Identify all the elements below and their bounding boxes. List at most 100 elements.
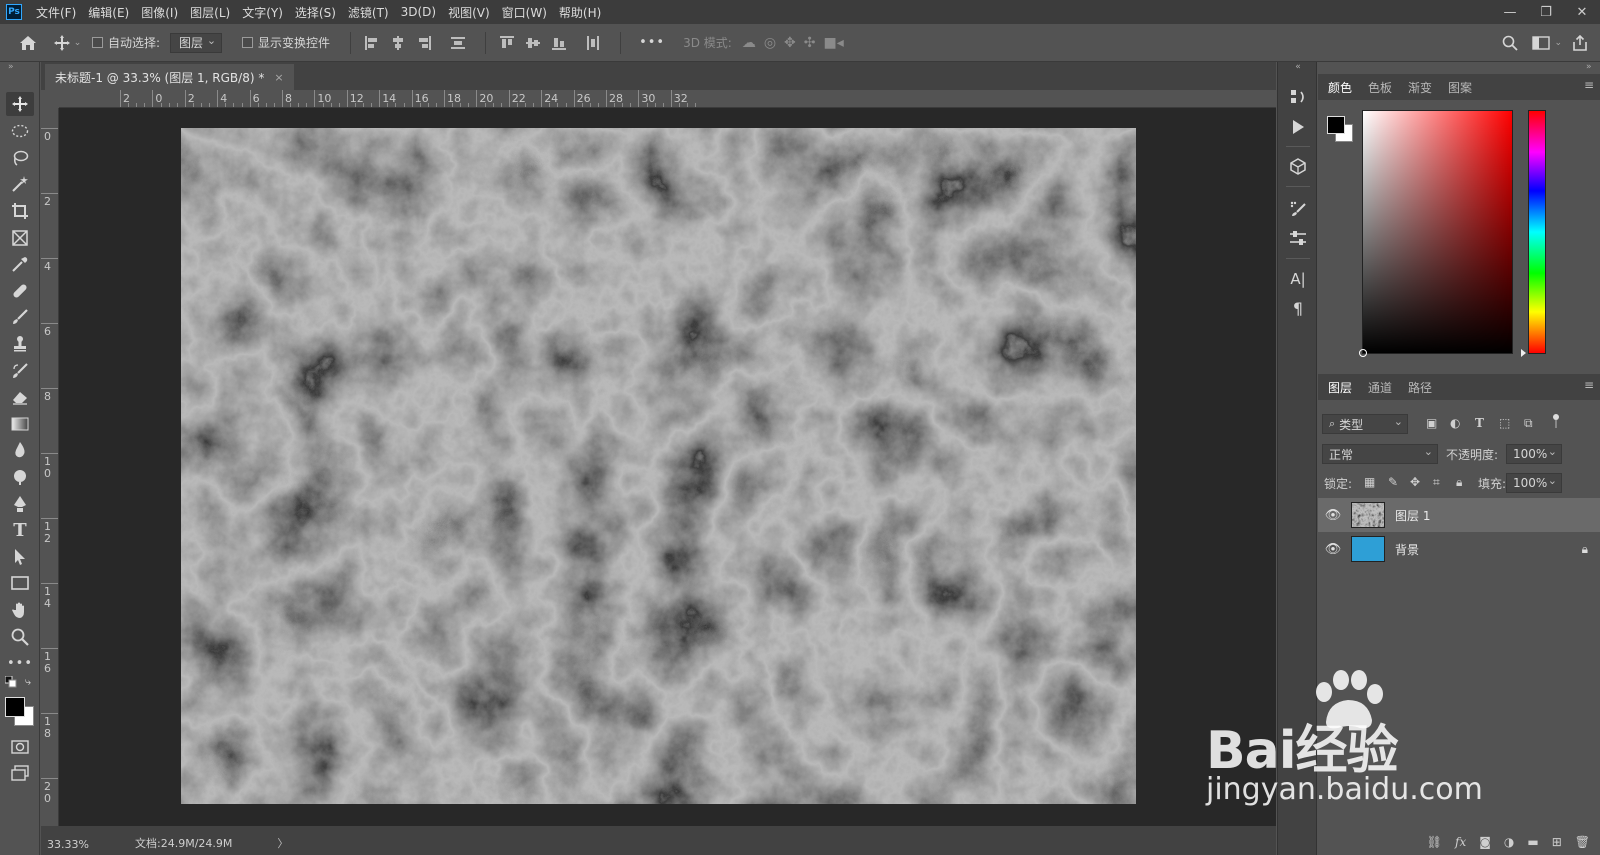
distribute-vertical-icon[interactable] [451,36,466,50]
tab-layers[interactable]: 图层 [1328,379,1352,396]
align-right-icon[interactable] [417,35,432,50]
eraser-tool-icon[interactable] [6,385,34,409]
paragraph-panel-icon[interactable]: ¶ [1283,295,1313,321]
menu-edit[interactable]: 编辑(E) [88,4,129,21]
new-layer-icon[interactable]: ⊞ [1552,835,1562,849]
edit-toolbar-icon[interactable]: ••• [6,651,34,675]
brush-settings-icon[interactable] [1283,196,1313,222]
healing-brush-tool-icon[interactable] [6,279,34,303]
swap-colors-icon[interactable]: ⤷ [21,675,35,689]
marquee-tool-icon[interactable] [6,119,34,143]
opacity-input[interactable]: 100% [1506,444,1562,464]
blur-tool-icon[interactable] [6,438,34,462]
brush-tool-icon[interactable] [6,305,34,329]
workspace-dropdown-icon[interactable]: ⌄ [1554,38,1562,48]
filter-toggle-icon[interactable] [1552,414,1560,428]
lock-image-icon[interactable]: ✎ [1388,475,1398,489]
quick-mask-icon[interactable] [6,735,34,759]
menu-image[interactable]: 图像(I) [141,4,178,21]
actions-play-icon[interactable] [1283,114,1313,140]
saturation-brightness-picker[interactable] [1359,110,1513,357]
3d-roll-icon[interactable]: ◎ [764,35,776,51]
layer-filter-dropdown[interactable]: ⌕ 类型 [1322,414,1408,434]
hue-slider-handle-left[interactable] [1521,349,1526,357]
delete-layer-icon[interactable]: 🗑︎ [1575,835,1590,849]
3d-orbit-icon[interactable]: ☁ [742,35,756,51]
search-icon[interactable] [1502,35,1519,51]
filter-adjustment-icon[interactable]: ◐ [1450,416,1460,430]
history-panel-icon[interactable] [1283,84,1313,110]
auto-select-target-dropdown[interactable]: 图层 [170,32,223,53]
tab-channels[interactable]: 通道 [1368,379,1392,396]
dodge-tool-icon[interactable] [6,465,34,489]
collapse-panels-icon[interactable]: » [1586,62,1592,72]
menu-type[interactable]: 文字(Y) [242,4,283,21]
align-horizontal-center-icon[interactable] [391,35,405,50]
collapse-dock-icon[interactable]: « [1283,62,1313,72]
filter-pixel-icon[interactable]: ▣ [1426,416,1437,430]
visibility-eye-icon[interactable]: 👁︎ [1318,508,1348,523]
align-top-icon[interactable] [500,35,515,50]
menu-select[interactable]: 选择(S) [295,4,336,21]
layers-panel-menu-icon[interactable]: ≡ [1584,378,1594,392]
3d-slide-icon[interactable]: ✣ [804,35,816,51]
menu-file[interactable]: 文件(F) [36,4,76,21]
magic-wand-tool-icon[interactable] [6,172,34,196]
color-panel-foreground-swatch[interactable] [1327,116,1345,134]
align-left-icon[interactable] [365,35,379,50]
more-options-button[interactable]: ••• [639,35,665,50]
link-layers-icon[interactable]: ⛓︎ [1427,835,1442,849]
filter-shape-icon[interactable]: ⬚ [1499,416,1510,430]
horizontal-ruler[interactable]: 2 0 2 4 6 8 10 12 14 16 18 20 22 24 26 28 30 32 [59,90,1276,108]
show-transform-box[interactable] [242,37,254,48]
hand-tool-icon[interactable] [6,598,34,622]
default-colors-icon[interactable] [4,675,18,689]
vertical-ruler[interactable]: 0 2 4 6 8 10 12 14 16 18 20 [41,108,59,826]
layer-lock-icon[interactable]: 🔒︎ [1582,542,1588,557]
fill-input[interactable]: 100% [1506,473,1562,493]
restore-button[interactable]: ❐ [1528,0,1564,24]
color-panel-menu-icon[interactable]: ≡ [1584,78,1594,92]
align-bottom-icon[interactable] [552,36,567,50]
zoom-level[interactable]: 33.33% [47,838,107,851]
layer-row-layer-1[interactable]: 👁︎ 图层 1 [1318,498,1600,532]
status-menu-arrow[interactable]: 〉 [277,835,288,851]
lock-all-icon[interactable]: 🔒︎ [1456,475,1462,490]
layer-name[interactable]: 背景 [1395,541,1419,558]
layer-row-background[interactable]: 👁︎ 背景 🔒︎ [1318,532,1600,566]
menu-3d[interactable]: 3D(D) [401,5,436,19]
minimize-button[interactable]: — [1492,0,1528,24]
crop-tool-icon[interactable] [6,199,34,223]
visibility-eye-icon[interactable]: 👁︎ [1318,542,1348,557]
filter-smart-object-icon[interactable]: ⧉ [1524,416,1533,431]
hue-slider[interactable] [1521,110,1546,357]
3d-panel-icon[interactable] [1283,154,1313,180]
canvas-image[interactable] [181,128,1136,804]
distribute-horizontal-icon[interactable] [586,35,600,50]
menu-view[interactable]: 视图(V) [448,4,490,21]
tab-color[interactable]: 颜色 [1328,79,1352,96]
blend-mode-dropdown[interactable]: 正常 [1322,444,1438,464]
close-tab-icon[interactable]: × [274,71,283,84]
document-tab[interactable]: 未标题-1 @ 33.3% (图层 1, RGB/8) * × [45,64,294,90]
workspace-icon[interactable] [1532,36,1551,50]
filter-type-icon[interactable]: T [1475,416,1484,430]
new-group-icon[interactable]: ▬ [1527,835,1538,849]
show-transform-checkbox[interactable]: 显示变换控件 [242,34,330,51]
layer-style-icon[interactable]: fx [1455,835,1466,849]
menu-help[interactable]: 帮助(H) [559,4,601,21]
lock-transparent-icon[interactable]: ▦ [1364,475,1375,489]
3d-camera-icon[interactable]: ■◂ [824,35,844,51]
color-picker-handle[interactable] [1359,349,1367,357]
layer-name[interactable]: 图层 1 [1395,507,1430,524]
tab-gradients[interactable]: 渐变 [1408,79,1432,96]
frame-tool-icon[interactable] [6,226,34,250]
add-mask-icon[interactable]: ◙ [1479,835,1491,849]
zoom-tool-icon[interactable] [6,625,34,649]
screen-mode-icon[interactable] [6,761,34,785]
share-icon[interactable] [1572,35,1588,51]
auto-select-checkbox[interactable]: 自动选择: [92,34,160,51]
home-icon[interactable] [8,35,48,51]
ruler-origin[interactable] [41,90,59,108]
pen-tool-icon[interactable] [6,492,34,516]
